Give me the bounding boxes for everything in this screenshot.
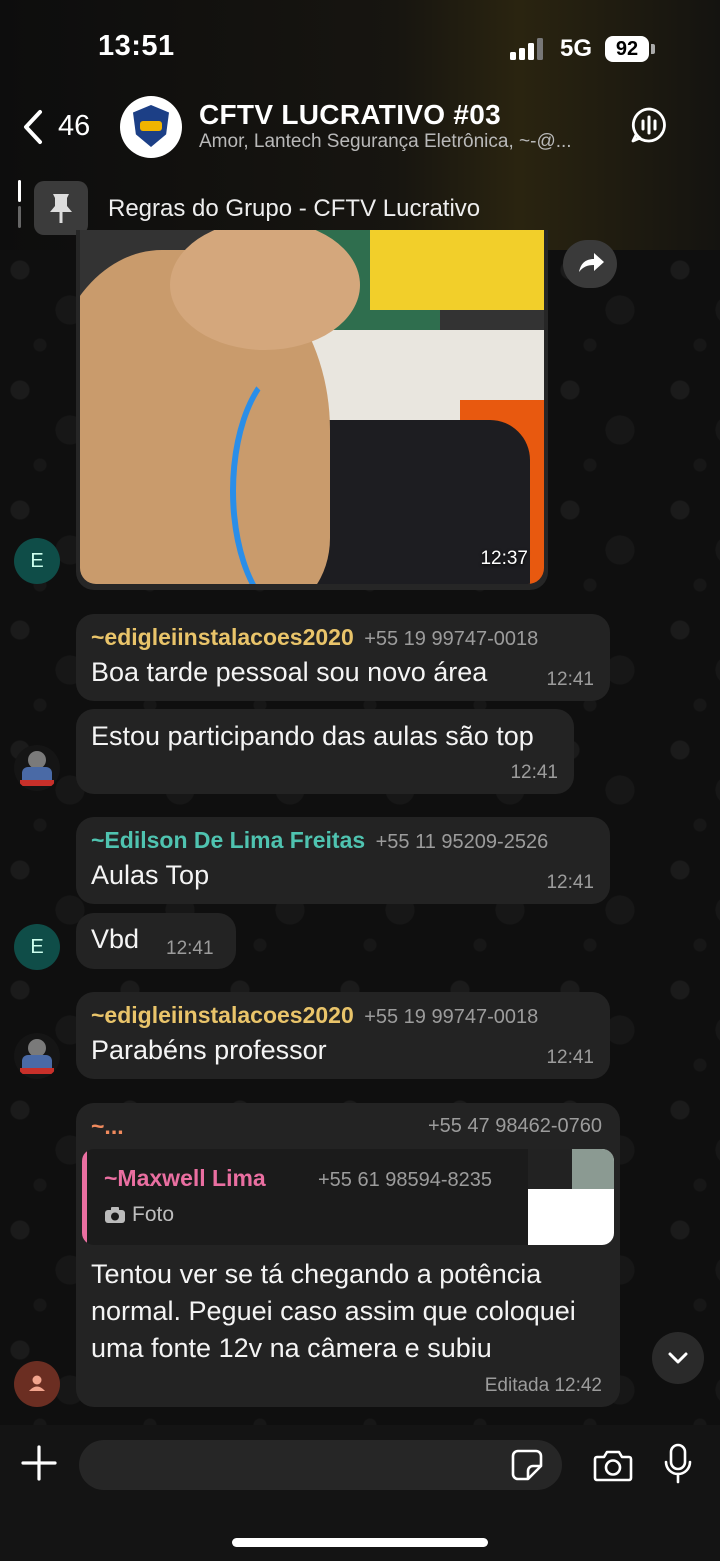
home-indicator[interactable] — [232, 1538, 488, 1547]
message-text: Tentou ver se tá chegando a potência nor… — [91, 1256, 576, 1367]
quoted-sender: ~Maxwell Lima — [104, 1165, 266, 1191]
unread-count[interactable]: 46 — [58, 110, 90, 143]
message-line: uma fonte 12v na câmera e subiu — [91, 1333, 492, 1363]
person-icon — [29, 1375, 45, 1391]
message-bubble[interactable]: ~edigleiinstalacoes2020 +55 19 99747-001… — [76, 992, 610, 1079]
message-header: ~Edilson De Lima Freitas +55 11 95209-25… — [91, 827, 548, 854]
sender-name[interactable]: ~edigleiinstalacoes2020 — [91, 624, 354, 650]
group-title[interactable]: CFTV LUCRATIVO #03 — [199, 99, 501, 131]
sender-phone: +55 19 99747-0018 — [364, 628, 539, 650]
message-bubble[interactable]: ~edigleiinstalacoes2020 +55 19 99747-001… — [76, 614, 610, 701]
pinned-message-text[interactable]: Regras do Grupo - CFTV Lucrativo — [108, 195, 480, 223]
pinned-message-button[interactable] — [34, 181, 88, 235]
sender-phone: +55 47 98462-0760 — [427, 1115, 602, 1137]
voice-chat-button[interactable] — [630, 106, 668, 144]
message-time: 12:37 — [480, 548, 528, 569]
quoted-phone: +55 61 98594-8235 — [318, 1169, 493, 1191]
camera-icon — [593, 1450, 633, 1482]
message-photo[interactable]: 12:37 — [80, 230, 544, 584]
avatar[interactable] — [14, 745, 60, 791]
mic-icon — [664, 1443, 692, 1484]
status-time: 13:51 — [98, 30, 175, 62]
avatar[interactable]: E — [14, 538, 60, 584]
message-time: 12:41 — [546, 669, 594, 690]
camera-small-icon — [105, 1207, 125, 1223]
message-input[interactable] — [79, 1440, 562, 1490]
message-bubble[interactable]: Vbd 12:41 — [76, 913, 236, 969]
message-text: Aulas Top — [91, 860, 210, 890]
message-time: 12:41 — [510, 762, 558, 783]
quote-accent — [82, 1149, 87, 1245]
message-bubble[interactable]: ~Edilson De Lima Freitas +55 11 95209-25… — [76, 817, 610, 904]
network-type: 5G — [560, 35, 593, 62]
back-chevron-icon — [24, 110, 42, 144]
avatar[interactable] — [14, 1361, 60, 1407]
reply-message-bubble[interactable]: ~... +55 47 98462-0760 ~Maxwell Lima +55… — [76, 1103, 620, 1407]
message-line: Tentou ver se tá chegando a potência — [91, 1259, 542, 1289]
chevron-down-icon — [668, 1352, 688, 1364]
battery-level: 92 — [605, 36, 649, 62]
message-bubble[interactable]: Estou participando das aulas são top 12:… — [76, 709, 574, 794]
share-button[interactable] — [563, 240, 617, 288]
group-avatar[interactable] — [120, 96, 182, 158]
signal-icon — [510, 38, 546, 60]
message-text: Estou participando das aulas são top — [91, 721, 534, 751]
camera-button[interactable] — [593, 1447, 633, 1483]
scroll-down-button[interactable] — [652, 1332, 704, 1384]
quoted-media: Foto — [104, 1203, 174, 1227]
sticker-icon — [511, 1449, 543, 1481]
message-header: ~edigleiinstalacoes2020 +55 19 99747-001… — [91, 624, 538, 651]
attach-button[interactable] — [20, 1444, 58, 1482]
message-time: 12:41 — [546, 872, 594, 893]
pin-icon — [50, 194, 72, 223]
message-time: 12:41 — [546, 1047, 594, 1068]
sender-name[interactable]: ~edigleiinstalacoes2020 — [91, 1002, 354, 1028]
photo-message[interactable]: 12:37 — [76, 230, 548, 590]
message-text: Vbd — [91, 924, 140, 954]
avatar[interactable] — [14, 1033, 60, 1079]
mic-button[interactable] — [663, 1443, 693, 1485]
avatar[interactable]: E — [14, 924, 60, 970]
message-time: Editada 12:42 — [484, 1375, 602, 1396]
camera-logo-icon — [140, 121, 162, 131]
message-text: Boa tarde pessoal sou novo área — [91, 657, 488, 687]
message-text: Parabéns professor — [91, 1035, 327, 1065]
share-icon — [579, 253, 604, 272]
sender-name[interactable]: ~... — [91, 1113, 124, 1140]
group-members[interactable]: Amor, Lantech Segurança Eletrônica, ~-@.… — [199, 131, 614, 153]
back-button[interactable] — [18, 106, 54, 148]
pinned-indicator — [18, 180, 21, 234]
voice-chat-icon — [631, 107, 666, 143]
sender-phone: +55 19 99747-0018 — [364, 1006, 539, 1028]
quoted-message[interactable]: ~Maxwell Lima +55 61 98594-8235 Foto — [82, 1149, 614, 1245]
plus-icon — [21, 1445, 57, 1481]
battery-cap — [651, 44, 655, 54]
sender-name[interactable]: ~Edilson De Lima Freitas — [91, 827, 365, 853]
sender-phone: +55 11 95209-2526 — [375, 831, 549, 853]
message-line: normal. Peguei caso assim que coloquei — [91, 1296, 576, 1326]
quoted-thumbnail — [528, 1149, 614, 1245]
quoted-label: Foto — [132, 1203, 175, 1226]
message-header: ~edigleiinstalacoes2020 +55 19 99747-001… — [91, 1002, 538, 1029]
message-time: 12:41 — [166, 938, 214, 959]
sticker-button[interactable] — [510, 1448, 544, 1482]
